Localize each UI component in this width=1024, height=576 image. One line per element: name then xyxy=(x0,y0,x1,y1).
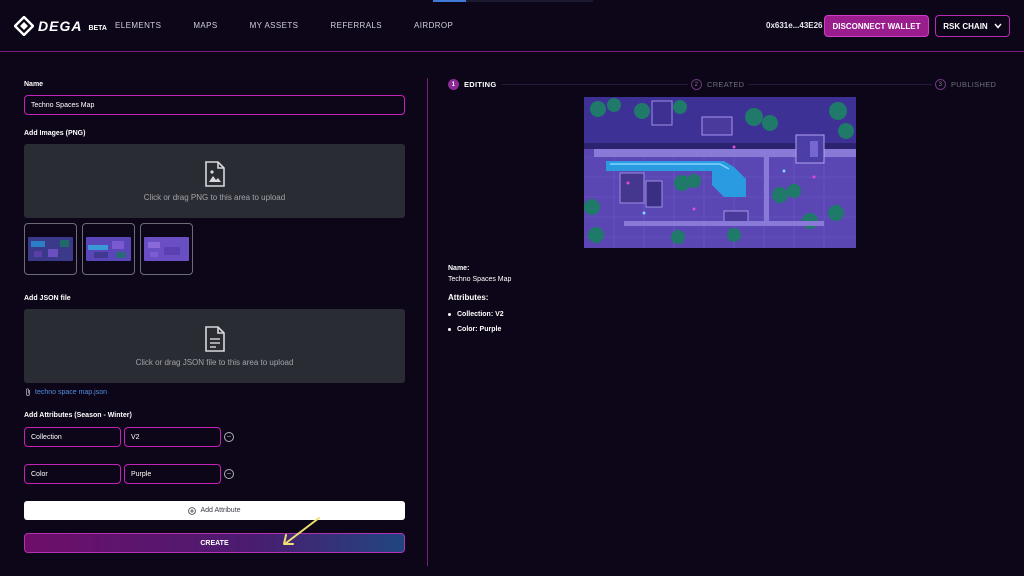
attribute-key-input[interactable]: Color xyxy=(24,464,121,484)
preview-attributes-list: Collection: V2 Color: Purple xyxy=(448,311,504,341)
png-upload-dropzone[interactable]: Click or drag PNG to this area to upload xyxy=(24,144,405,218)
uploaded-json-file[interactable]: techno space map.json xyxy=(25,388,107,396)
top-nav-bar: DEGA BETA ELEMENTS MAPS MY ASSETS REFERR… xyxy=(0,0,1024,52)
logo-text: DEGA xyxy=(38,18,83,34)
step-connector xyxy=(502,84,688,85)
preview-name-value: Techno Spaces Map xyxy=(448,276,512,283)
chevron-down-icon xyxy=(994,23,1002,29)
preview-attributes-heading: Attributes: xyxy=(448,293,489,302)
json-label: Add JSON file xyxy=(24,295,71,302)
beta-badge: BETA xyxy=(88,24,107,32)
chain-label: RSK CHAIN xyxy=(943,21,988,31)
preview-attribute-text: Collection: V2 xyxy=(457,311,504,318)
map-thumbnail-image xyxy=(28,237,73,261)
step-number: 1 xyxy=(448,79,459,90)
map-preview-image xyxy=(584,97,856,248)
add-attribute-label: Add Attribute xyxy=(200,507,241,514)
remove-attribute-icon[interactable]: − xyxy=(224,469,234,479)
json-file-name: techno space map.json xyxy=(35,388,107,396)
wallet-address: 0x631e...43E26 xyxy=(766,21,823,30)
main-nav: ELEMENTS MAPS MY ASSETS REFERRALS AIRDRO… xyxy=(115,21,485,30)
plus-circle-icon xyxy=(188,506,197,515)
remove-attribute-icon[interactable]: − xyxy=(224,432,234,442)
page-loading-indicator xyxy=(433,0,593,2)
map-thumbnail-image xyxy=(86,237,131,261)
brand-logo[interactable]: DEGA BETA xyxy=(14,16,107,36)
attribute-value-input[interactable]: V2 xyxy=(124,427,221,447)
step-label: CREATED xyxy=(707,80,745,89)
panel-divider xyxy=(427,78,428,566)
dega-logo-icon xyxy=(14,16,34,36)
list-item: Color: Purple xyxy=(448,326,504,333)
step-editing: 1 EDITING xyxy=(448,79,497,90)
images-label: Add Images (PNG) xyxy=(24,130,86,137)
nav-item-maps[interactable]: MAPS xyxy=(193,21,217,30)
image-thumbnail[interactable] xyxy=(24,223,77,275)
attributes-label: Add Attributes (Season - Winter) xyxy=(24,412,132,419)
attribute-key-input[interactable]: Collection xyxy=(24,427,121,447)
name-label: Name xyxy=(24,81,44,88)
nav-item-referrals[interactable]: REFERRALS xyxy=(330,21,382,30)
attribute-value-input[interactable]: Purple xyxy=(124,464,221,484)
step-created: 2 CREATED xyxy=(691,79,744,90)
image-thumbnail[interactable] xyxy=(140,223,193,275)
add-attribute-button[interactable]: Add Attribute xyxy=(24,501,405,520)
create-button[interactable]: CREATE xyxy=(24,533,405,553)
step-number: 3 xyxy=(935,79,946,90)
nav-item-airdrop[interactable]: AIRDROP xyxy=(414,21,453,30)
step-label: EDITING xyxy=(464,80,497,89)
step-label: PUBLISHED xyxy=(951,80,997,89)
disconnect-wallet-button[interactable]: DISCONNECT WALLET xyxy=(824,15,929,37)
chain-select-button[interactable]: RSK CHAIN xyxy=(935,15,1010,37)
map-thumbnail-image xyxy=(144,237,189,261)
name-input[interactable]: Techno Spaces Map xyxy=(24,95,405,115)
nav-item-elements[interactable]: ELEMENTS xyxy=(115,21,161,30)
paperclip-icon xyxy=(26,388,30,396)
step-connector xyxy=(748,84,932,85)
json-dropzone-text: Click or drag JSON file to this area to … xyxy=(135,357,294,367)
json-upload-dropzone[interactable]: Click or drag JSON file to this area to … xyxy=(24,309,405,383)
preview-name-heading: Name: xyxy=(448,265,470,272)
preview-attribute-text: Color: Purple xyxy=(457,326,502,333)
image-thumbnail[interactable] xyxy=(82,223,135,275)
list-item: Collection: V2 xyxy=(448,311,504,318)
step-number: 2 xyxy=(691,79,702,90)
image-file-icon xyxy=(204,160,225,187)
step-published: 3 PUBLISHED xyxy=(935,79,996,90)
nav-item-my-assets[interactable]: MY ASSETS xyxy=(250,21,299,30)
document-file-icon xyxy=(204,325,225,352)
annotation-arrow-icon xyxy=(283,517,320,545)
png-dropzone-text: Click or drag PNG to this area to upload xyxy=(143,192,286,202)
